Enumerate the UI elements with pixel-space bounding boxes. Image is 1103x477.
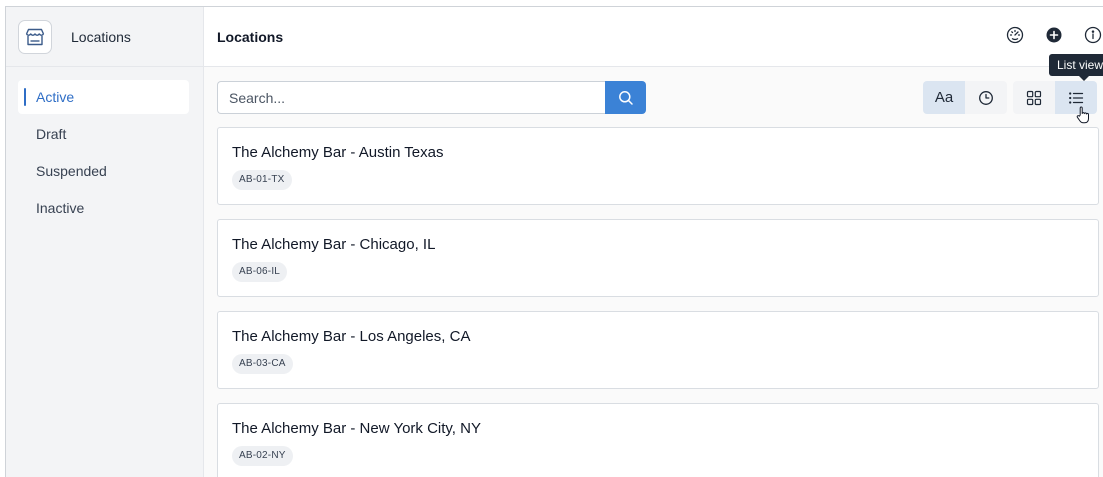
location-name: The Alchemy Bar - Chicago, IL	[232, 236, 436, 253]
clock-icon	[979, 90, 993, 105]
location-card[interactable]: The Alchemy Bar - Austin Texas AB-01-TX	[217, 127, 1099, 205]
location-card[interactable]: The Alchemy Bar - New York City, NY AB-0…	[217, 403, 1099, 477]
sidebar-item-label: Draft	[36, 126, 67, 142]
location-code-badge: AB-06-IL	[232, 262, 288, 282]
sidebar-item-draft[interactable]: Draft	[18, 117, 189, 151]
location-name: The Alchemy Bar - Austin Texas	[232, 144, 444, 161]
location-card[interactable]: The Alchemy Bar - Chicago, IL AB-06-IL	[217, 219, 1099, 297]
hand-pointer-icon	[1076, 106, 1090, 129]
location-code-badge: AB-02-NY	[232, 446, 293, 466]
info-icon[interactable]	[1083, 25, 1103, 45]
dashboard-gauge-icon[interactable]	[1005, 25, 1025, 45]
location-code-badge: AB-03-CA	[232, 354, 293, 374]
sort-recent-button[interactable]	[965, 81, 1007, 114]
grid-icon	[1026, 90, 1042, 105]
sidebar-item-active[interactable]: Active	[18, 80, 189, 114]
page-title: Locations	[217, 28, 284, 45]
location-code-badge: AB-01-TX	[232, 170, 292, 190]
header-actions	[1005, 25, 1103, 45]
app-title: Locations	[71, 28, 131, 45]
sidebar-item-suspended[interactable]: Suspended	[18, 154, 189, 188]
sidebar-item-inactive[interactable]: Inactive	[18, 191, 189, 225]
list-icon	[1069, 91, 1084, 104]
sidebar-item-label: Active	[36, 89, 75, 105]
search-icon	[618, 90, 633, 105]
sidebar-nav: Active Draft Suspended Inactive	[6, 67, 203, 225]
sort-alphabetical-label: Aa	[934, 89, 954, 106]
search-button[interactable]	[605, 81, 646, 114]
location-list: The Alchemy Bar - Austin Texas AB-01-TX …	[217, 127, 1099, 477]
sort-toggle-group: Aa	[923, 81, 1007, 114]
location-name: The Alchemy Bar - Los Angeles, CA	[232, 328, 471, 345]
search-bar	[217, 81, 646, 114]
location-card[interactable]: The Alchemy Bar - Los Angeles, CA AB-03-…	[217, 311, 1099, 389]
add-circle-icon[interactable]	[1044, 25, 1064, 45]
sidebar-item-label: Inactive	[36, 200, 85, 216]
app-window: Locations Active Draft Suspended Inactiv…	[5, 6, 1103, 477]
sidebar: Locations Active Draft Suspended Inactiv…	[6, 7, 204, 477]
location-name: The Alchemy Bar - New York City, NY	[232, 420, 481, 437]
toolbar: Aa	[217, 81, 1103, 114]
top-bar: Locations	[204, 7, 1103, 67]
sort-alphabetical-button[interactable]: Aa	[923, 81, 965, 114]
sidebar-header: Locations	[6, 7, 203, 67]
grid-view-button[interactable]	[1013, 81, 1055, 114]
sidebar-item-label: Suspended	[36, 163, 107, 179]
list-view-tooltip: List view	[1049, 54, 1103, 81]
main-content: Locations Search... Aa List view The Alc…	[204, 7, 1103, 477]
storefront-icon[interactable]	[18, 19, 52, 54]
search-input[interactable]	[217, 81, 605, 114]
